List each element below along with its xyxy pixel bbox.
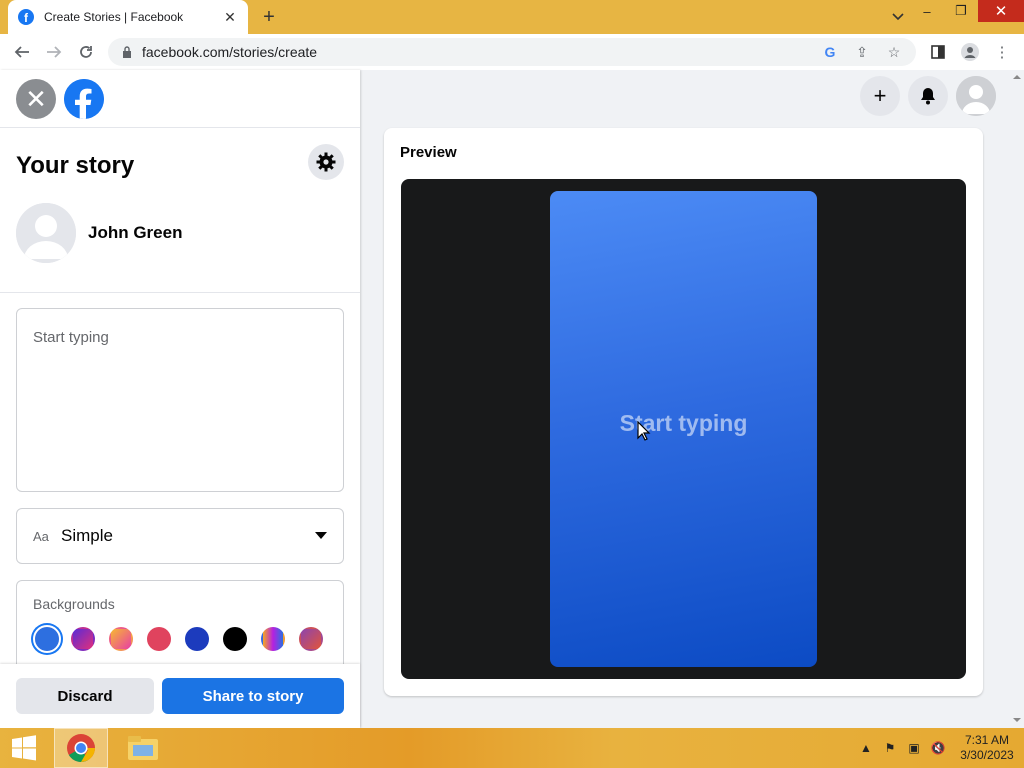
share-page-icon[interactable]: ⇪ — [846, 40, 878, 64]
dropdown-caret-icon — [315, 532, 327, 540]
divider — [0, 292, 360, 293]
story-text-input[interactable]: Start typing — [16, 308, 344, 492]
lock-icon[interactable] — [120, 45, 134, 59]
font-style-select[interactable]: Aa Simple — [16, 508, 344, 564]
side-panel-icon[interactable] — [922, 38, 954, 66]
tab-title: Create Stories | Facebook — [44, 10, 184, 24]
preview-stage: Start typing — [401, 179, 966, 679]
google-icon[interactable]: G — [814, 40, 846, 64]
page: ✕ Your story John Green Start typing Aa … — [0, 70, 1024, 728]
sidebar-header: ✕ — [0, 70, 360, 128]
account-avatar[interactable] — [956, 76, 996, 116]
clock-time: 7:31 AM — [964, 733, 1010, 747]
header-actions: + — [852, 76, 996, 116]
clock[interactable]: 7:31 AM 3/30/2023 — [950, 733, 1024, 763]
background-swatch[interactable] — [223, 627, 247, 651]
preview-label: Preview — [400, 144, 457, 161]
page-scrollbar[interactable] — [1010, 70, 1024, 728]
new-tab-icon[interactable]: + — [258, 6, 280, 28]
file-explorer-icon[interactable] — [116, 728, 170, 768]
background-swatch[interactable] — [299, 627, 323, 651]
window-controls: – ❐ ✕ — [910, 0, 1024, 22]
tab-close-icon[interactable]: ✕ — [222, 9, 238, 25]
notifications-bell-icon[interactable] — [908, 76, 948, 116]
tab-strip: f Create Stories | Facebook ✕ + – ❐ ✕ — [0, 0, 1024, 34]
settings-gear-icon[interactable] — [308, 144, 344, 180]
browser-tab[interactable]: f Create Stories | Facebook ✕ — [8, 0, 248, 34]
address-bar[interactable]: facebook.com/stories/create G ⇪ ☆ — [108, 38, 916, 66]
window-close-icon[interactable]: ✕ — [978, 0, 1024, 22]
user-name: John Green — [88, 223, 183, 242]
bookmark-star-icon[interactable]: ☆ — [878, 40, 910, 64]
preview-card: Preview Start typing — [384, 128, 983, 696]
background-swatch[interactable] — [33, 625, 61, 653]
avatar[interactable] — [16, 203, 76, 263]
background-swatch[interactable] — [147, 627, 171, 651]
font-style-value: Simple — [61, 526, 113, 545]
share-to-story-button[interactable]: Share to story — [162, 678, 344, 714]
background-swatch[interactable] — [109, 627, 133, 651]
windows-start-icon[interactable] — [0, 728, 48, 768]
url-text: facebook.com/stories/create — [142, 44, 318, 60]
facebook-favicon-icon: f — [18, 9, 34, 25]
restore-icon[interactable]: ❐ — [944, 0, 978, 22]
back-arrow-icon[interactable] — [6, 36, 38, 68]
facebook-logo-icon[interactable] — [64, 79, 104, 119]
font-aa-icon: Aa — [33, 528, 49, 544]
network-icon[interactable]: ▣ — [902, 738, 926, 758]
windows-taskbar: ▲ ⚑ ▣ 🔇 7:31 AM 3/30/2023 — [0, 728, 1024, 768]
volume-muted-icon[interactable]: 🔇 — [926, 738, 950, 758]
story-preview[interactable]: Start typing — [550, 191, 817, 667]
clock-date: 3/30/2023 — [960, 748, 1014, 762]
menu-kebab-icon[interactable]: ⋮ — [986, 38, 1018, 66]
background-swatches — [33, 625, 337, 653]
story-sidebar: ✕ Your story John Green Start typing Aa … — [0, 70, 360, 728]
create-plus-icon[interactable]: + — [860, 76, 900, 116]
reload-icon[interactable] — [70, 36, 102, 68]
close-icon[interactable]: ✕ — [16, 79, 56, 119]
mouse-cursor-icon — [637, 420, 651, 446]
background-swatch[interactable] — [185, 627, 209, 651]
page-title: Your story — [16, 152, 135, 179]
discard-button[interactable]: Discard — [16, 678, 154, 714]
background-swatch[interactable] — [71, 627, 95, 651]
action-center-flag-icon[interactable]: ⚑ — [878, 738, 902, 758]
backgrounds-label: Backgrounds — [33, 596, 115, 612]
background-swatch[interactable] — [261, 627, 285, 651]
show-hidden-icons-icon[interactable]: ▲ — [854, 738, 878, 758]
browser-toolbar: facebook.com/stories/create G ⇪ ☆ ⋮ — [0, 34, 1024, 70]
text-placeholder: Start typing — [33, 329, 109, 346]
profile-icon[interactable] — [954, 38, 986, 66]
minimize-icon[interactable]: – — [910, 0, 944, 22]
tab-search-chevron-icon[interactable] — [888, 8, 908, 26]
story-preview-text: Start typing — [619, 410, 748, 436]
chrome-taskbar-icon[interactable] — [54, 728, 108, 768]
forward-arrow-icon[interactable] — [38, 36, 70, 68]
system-tray: ▲ ⚑ ▣ 🔇 7:31 AM 3/30/2023 — [854, 728, 1024, 768]
sidebar-footer: Discard Share to story — [0, 664, 360, 728]
